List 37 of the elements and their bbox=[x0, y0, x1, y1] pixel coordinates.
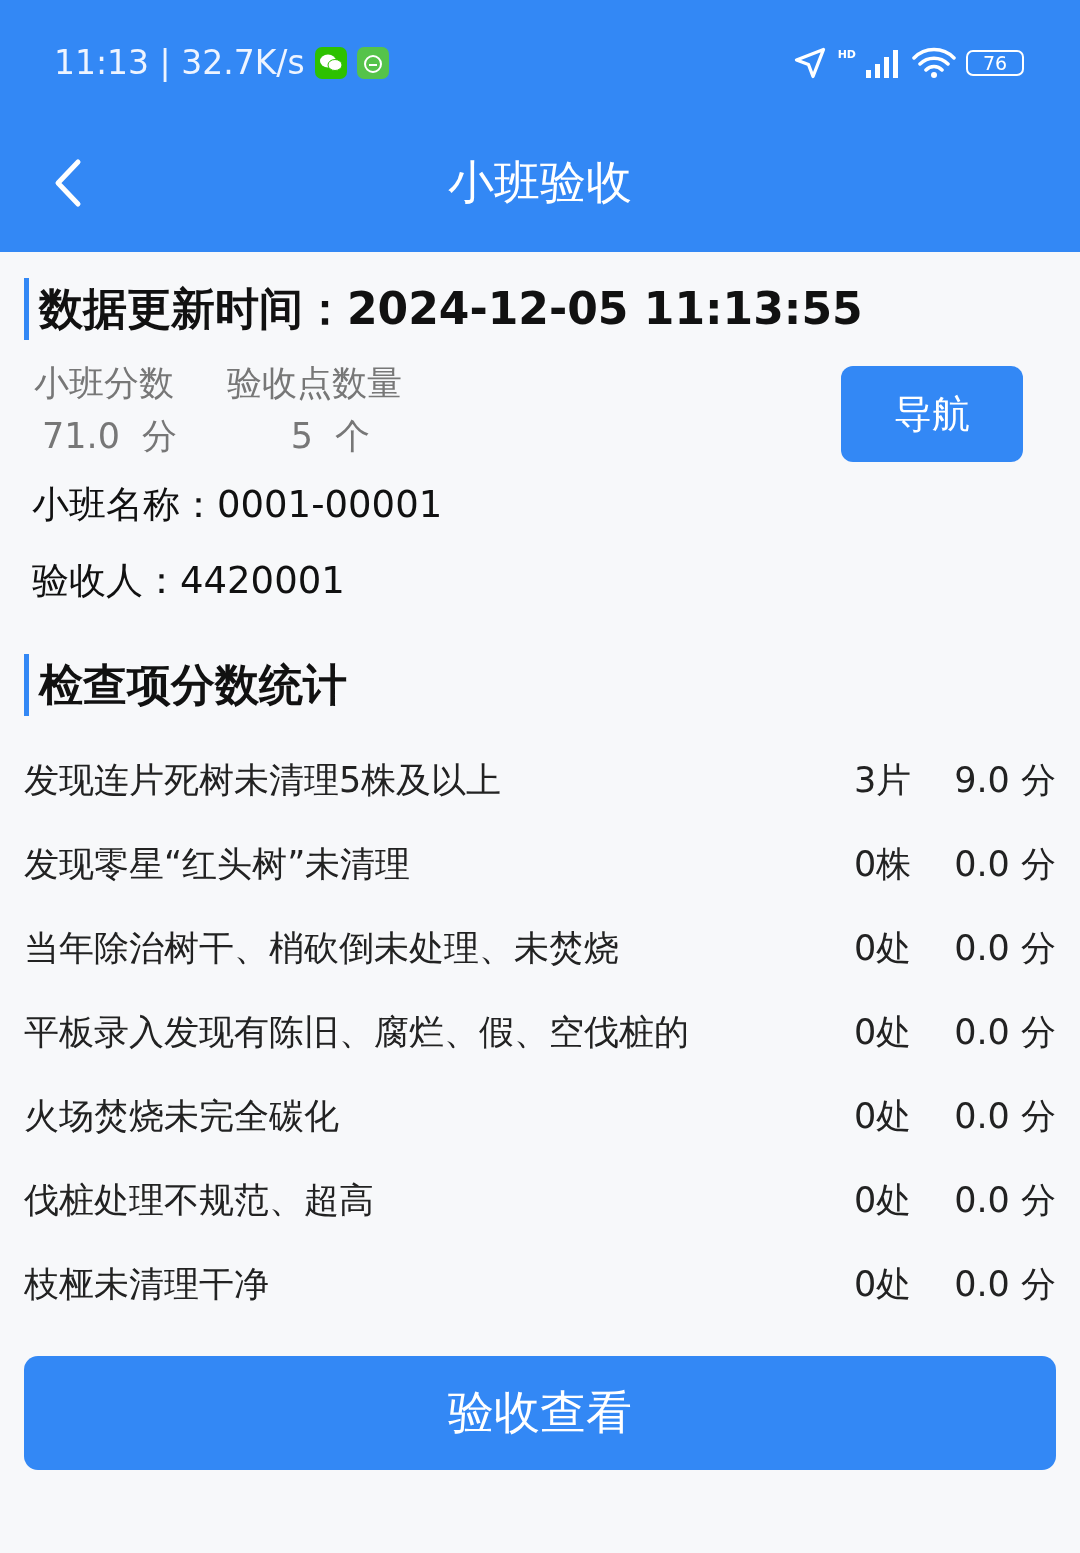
section-title: 检查项分数统计 bbox=[39, 657, 347, 712]
stat-value: 71.0 分 bbox=[41, 415, 178, 458]
item-score: 0.0 分 bbox=[953, 1010, 1056, 1054]
item-count: 3片 bbox=[854, 758, 913, 802]
chat-app-icon bbox=[314, 46, 347, 79]
page-title: 小班验收 bbox=[448, 153, 632, 211]
stat-label: 小班分数 bbox=[34, 362, 175, 405]
hd-label: HD bbox=[837, 48, 856, 61]
info-text: 小班名称：0001-00001 bbox=[32, 483, 443, 526]
item-count: 0株 bbox=[854, 842, 913, 886]
battery-icon: 76 bbox=[966, 49, 1024, 76]
item-score: 0.0 分 bbox=[953, 1262, 1056, 1306]
item-score: 0.0 分 bbox=[953, 1094, 1056, 1138]
navigate-button[interactable]: 导航 bbox=[841, 366, 1023, 462]
item-name: 发现零星“红头树”未清理 bbox=[24, 842, 412, 886]
status-time: 11:13 | 32.7K/s bbox=[54, 43, 305, 82]
item-count: 0处 bbox=[854, 1262, 913, 1306]
item-name: 当年除治树干、梢砍倒未处理、未焚烧 bbox=[24, 926, 620, 970]
item-name: 伐桩处理不规范、超高 bbox=[24, 1178, 375, 1222]
item-score: 9.0 分 bbox=[953, 758, 1056, 802]
item-count: 0处 bbox=[854, 1010, 913, 1054]
item-score: 0.0 分 bbox=[953, 1178, 1056, 1222]
item-name: 火场焚烧未完全碳化 bbox=[24, 1094, 340, 1138]
update-time: 数据更新时间：2024-12-05 11:13:55 bbox=[39, 281, 863, 336]
info-text: 验收人：4420001 bbox=[32, 559, 345, 602]
item-count: 0处 bbox=[854, 1178, 913, 1222]
item-name: 发现连片死树未清理5株及以上 bbox=[24, 758, 503, 802]
stat-label: 验收点数量 bbox=[227, 362, 403, 405]
item-name: 枝桠未清理干净 bbox=[24, 1262, 270, 1306]
item-score: 0.0 分 bbox=[953, 842, 1056, 886]
stat-value: 5 个 bbox=[289, 415, 372, 458]
item-count: 0处 bbox=[854, 926, 913, 970]
item-name: 平板录入发现有陈旧、腐烂、假、空伐桩的 bbox=[24, 1010, 690, 1054]
item-count: 0处 bbox=[854, 1094, 913, 1138]
item-score: 0.0 分 bbox=[953, 926, 1056, 970]
view-acceptance-button[interactable]: 验收查看 bbox=[24, 1356, 1056, 1470]
wifi-icon bbox=[912, 46, 956, 79]
